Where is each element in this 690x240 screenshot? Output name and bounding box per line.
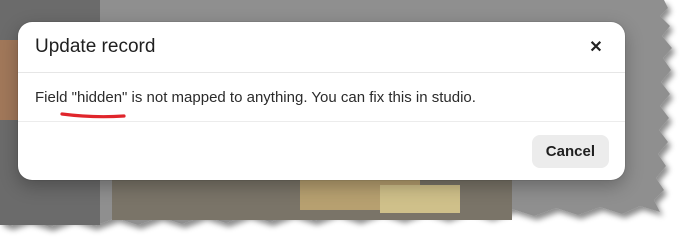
dialog-body: Field "hidden" is not mapped to anything… [18, 73, 625, 122]
dialog-message: Field "hidden" is not mapped to anything… [35, 89, 476, 106]
annotation-underline [60, 112, 126, 119]
dialog-header: Update record ✕ [18, 22, 625, 73]
dialog-title: Update record [35, 36, 156, 57]
close-icon: ✕ [589, 39, 603, 56]
update-record-dialog: Update record ✕ Field "hidden" is not ma… [18, 22, 625, 180]
cancel-button[interactable]: Cancel [531, 135, 609, 168]
dialog-footer: Cancel [18, 122, 625, 180]
close-button[interactable]: ✕ [585, 36, 607, 58]
